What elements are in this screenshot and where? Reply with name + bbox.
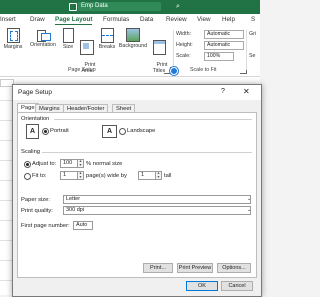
group-divider [173, 30, 174, 70]
margins-label: Margins [3, 44, 23, 50]
tab-formulas[interactable]: Formulas [103, 16, 129, 23]
paper-size-label: Paper size: [21, 197, 50, 203]
mouse-cursor-icon [170, 67, 178, 75]
chevron-down-icon[interactable]: ⌄ [247, 207, 251, 213]
landscape-icon: A [102, 125, 117, 138]
grid-line [0, 180, 12, 181]
portrait-radio[interactable] [42, 128, 49, 135]
landscape-radio[interactable] [119, 128, 126, 135]
breaks-icon [100, 28, 114, 43]
margins-button[interactable]: Margins [2, 28, 24, 50]
background-button[interactable]: Background [118, 28, 148, 49]
adjust-suffix: % normal size [86, 161, 123, 167]
portrait-icon: A [26, 124, 39, 139]
options-button[interactable]: Options... [217, 263, 251, 273]
landscape-label[interactable]: Landscape [127, 128, 155, 134]
tab-help[interactable]: Help [222, 16, 235, 23]
grid-line [0, 160, 12, 161]
grid-line [0, 200, 12, 201]
document-name[interactable]: Emp Data [78, 2, 161, 11]
tab-data[interactable]: Data [140, 16, 153, 23]
print-quality-label: Print quality: [21, 208, 53, 214]
help-icon[interactable]: ? [221, 88, 225, 95]
scaling-heading: Scaling [21, 149, 41, 155]
scale-input[interactable]: 100% [204, 52, 234, 61]
orientation-button[interactable]: Orientation [28, 28, 58, 48]
section-divider [54, 119, 252, 120]
page-setup-dialog: Page Setup ? ✕ Page Margins Header/Foote… [12, 84, 262, 297]
first-page-number-input[interactable]: Auto [73, 221, 93, 230]
background-label: Background [118, 43, 148, 49]
tab-draw[interactable]: Draw [30, 16, 45, 23]
tab-view[interactable]: View [197, 16, 211, 23]
fit-tall-suffix: tall [164, 173, 172, 179]
section-divider [42, 152, 252, 153]
page-tab-panel: Orientation A Portrait A Landscape Scali… [17, 112, 257, 278]
adjust-to-label[interactable]: Adjust to: [32, 161, 56, 167]
scale-label: Scale: [176, 53, 191, 59]
breaks-button[interactable]: Breaks [97, 28, 117, 50]
group-divider [246, 30, 247, 70]
fit-wide-spinner[interactable]: ▲ ▼ [77, 171, 84, 180]
fit-wide-input[interactable]: 1 [60, 171, 78, 180]
tab-review[interactable]: Review [166, 16, 187, 23]
sheet-options-cut-label: Se [249, 53, 256, 59]
close-icon[interactable]: ✕ [243, 87, 250, 96]
height-dropdown[interactable]: Automatic [204, 41, 244, 50]
width-label: Width: [176, 31, 192, 37]
height-label: Height: [176, 42, 193, 48]
margins-icon [6, 28, 20, 43]
title-bar: Emp Data ⌕ [0, 0, 260, 14]
size-button[interactable]: Size [60, 28, 76, 50]
print-preview-button[interactable]: Print Preview [177, 263, 213, 273]
tab-cut[interactable]: S [251, 16, 255, 23]
ribbon-tabs: Insert Draw Page Layout Formulas Data Re… [0, 14, 260, 26]
print-quality-dropdown[interactable]: 300 dpi [63, 206, 251, 215]
page-setup-group-label: Page Setup [68, 67, 96, 73]
document-icon [69, 3, 77, 11]
size-icon [62, 28, 74, 43]
adjust-to-input[interactable]: 100 [60, 159, 78, 168]
grid-line [0, 260, 12, 261]
width-dropdown[interactable]: Automatic [204, 30, 244, 39]
print-titles-icon [152, 40, 166, 55]
background-icon [126, 28, 140, 42]
fit-tall-spinner[interactable]: ▲ ▼ [155, 171, 162, 180]
orientation-icon [37, 28, 51, 42]
dialog-title-bar[interactable]: Page Setup ? ✕ [13, 85, 261, 100]
scale-group-label: Scale to Fit [190, 67, 217, 73]
first-page-number-label: First page number: [21, 223, 70, 229]
orientation-heading: Orientation [21, 116, 50, 122]
grid-line [0, 220, 12, 221]
print-area-icon [80, 40, 94, 55]
fit-to-label[interactable]: Fit to: [32, 173, 47, 179]
orientation-label: Orientation [30, 42, 56, 48]
chevron-down-icon[interactable]: ⌄ [247, 196, 251, 202]
size-label: Size [62, 44, 74, 50]
paper-size-dropdown[interactable]: Letter [63, 195, 251, 204]
dialog-title: Page Setup [18, 89, 52, 96]
grid-line [0, 280, 12, 281]
fit-tall-input[interactable]: 1 [138, 171, 156, 180]
grid-line [0, 100, 12, 101]
adjust-to-radio[interactable] [24, 161, 31, 168]
grid-line [0, 240, 12, 241]
grid-line [0, 120, 12, 121]
gridlines-cut-label: Gri [249, 31, 257, 37]
tab-insert[interactable]: Insert [0, 16, 16, 23]
cancel-button[interactable]: Cancel [221, 281, 253, 291]
search-icon[interactable]: ⌕ [176, 3, 180, 10]
ok-button[interactable]: OK [186, 281, 218, 291]
portrait-label[interactable]: Portrait [50, 128, 69, 134]
ribbon: Margins Orientation Size Print Area Brea… [0, 26, 260, 77]
print-button[interactable]: Print... [143, 263, 173, 273]
adjust-spinner[interactable]: ▲ ▼ [77, 159, 84, 168]
breaks-label: Breaks [98, 44, 116, 50]
fit-to-radio[interactable] [24, 173, 31, 180]
fit-wide-suffix: page(s) wide by [86, 173, 127, 179]
grid-line [0, 140, 12, 141]
tab-page-layout[interactable]: Page Layout [55, 16, 93, 25]
